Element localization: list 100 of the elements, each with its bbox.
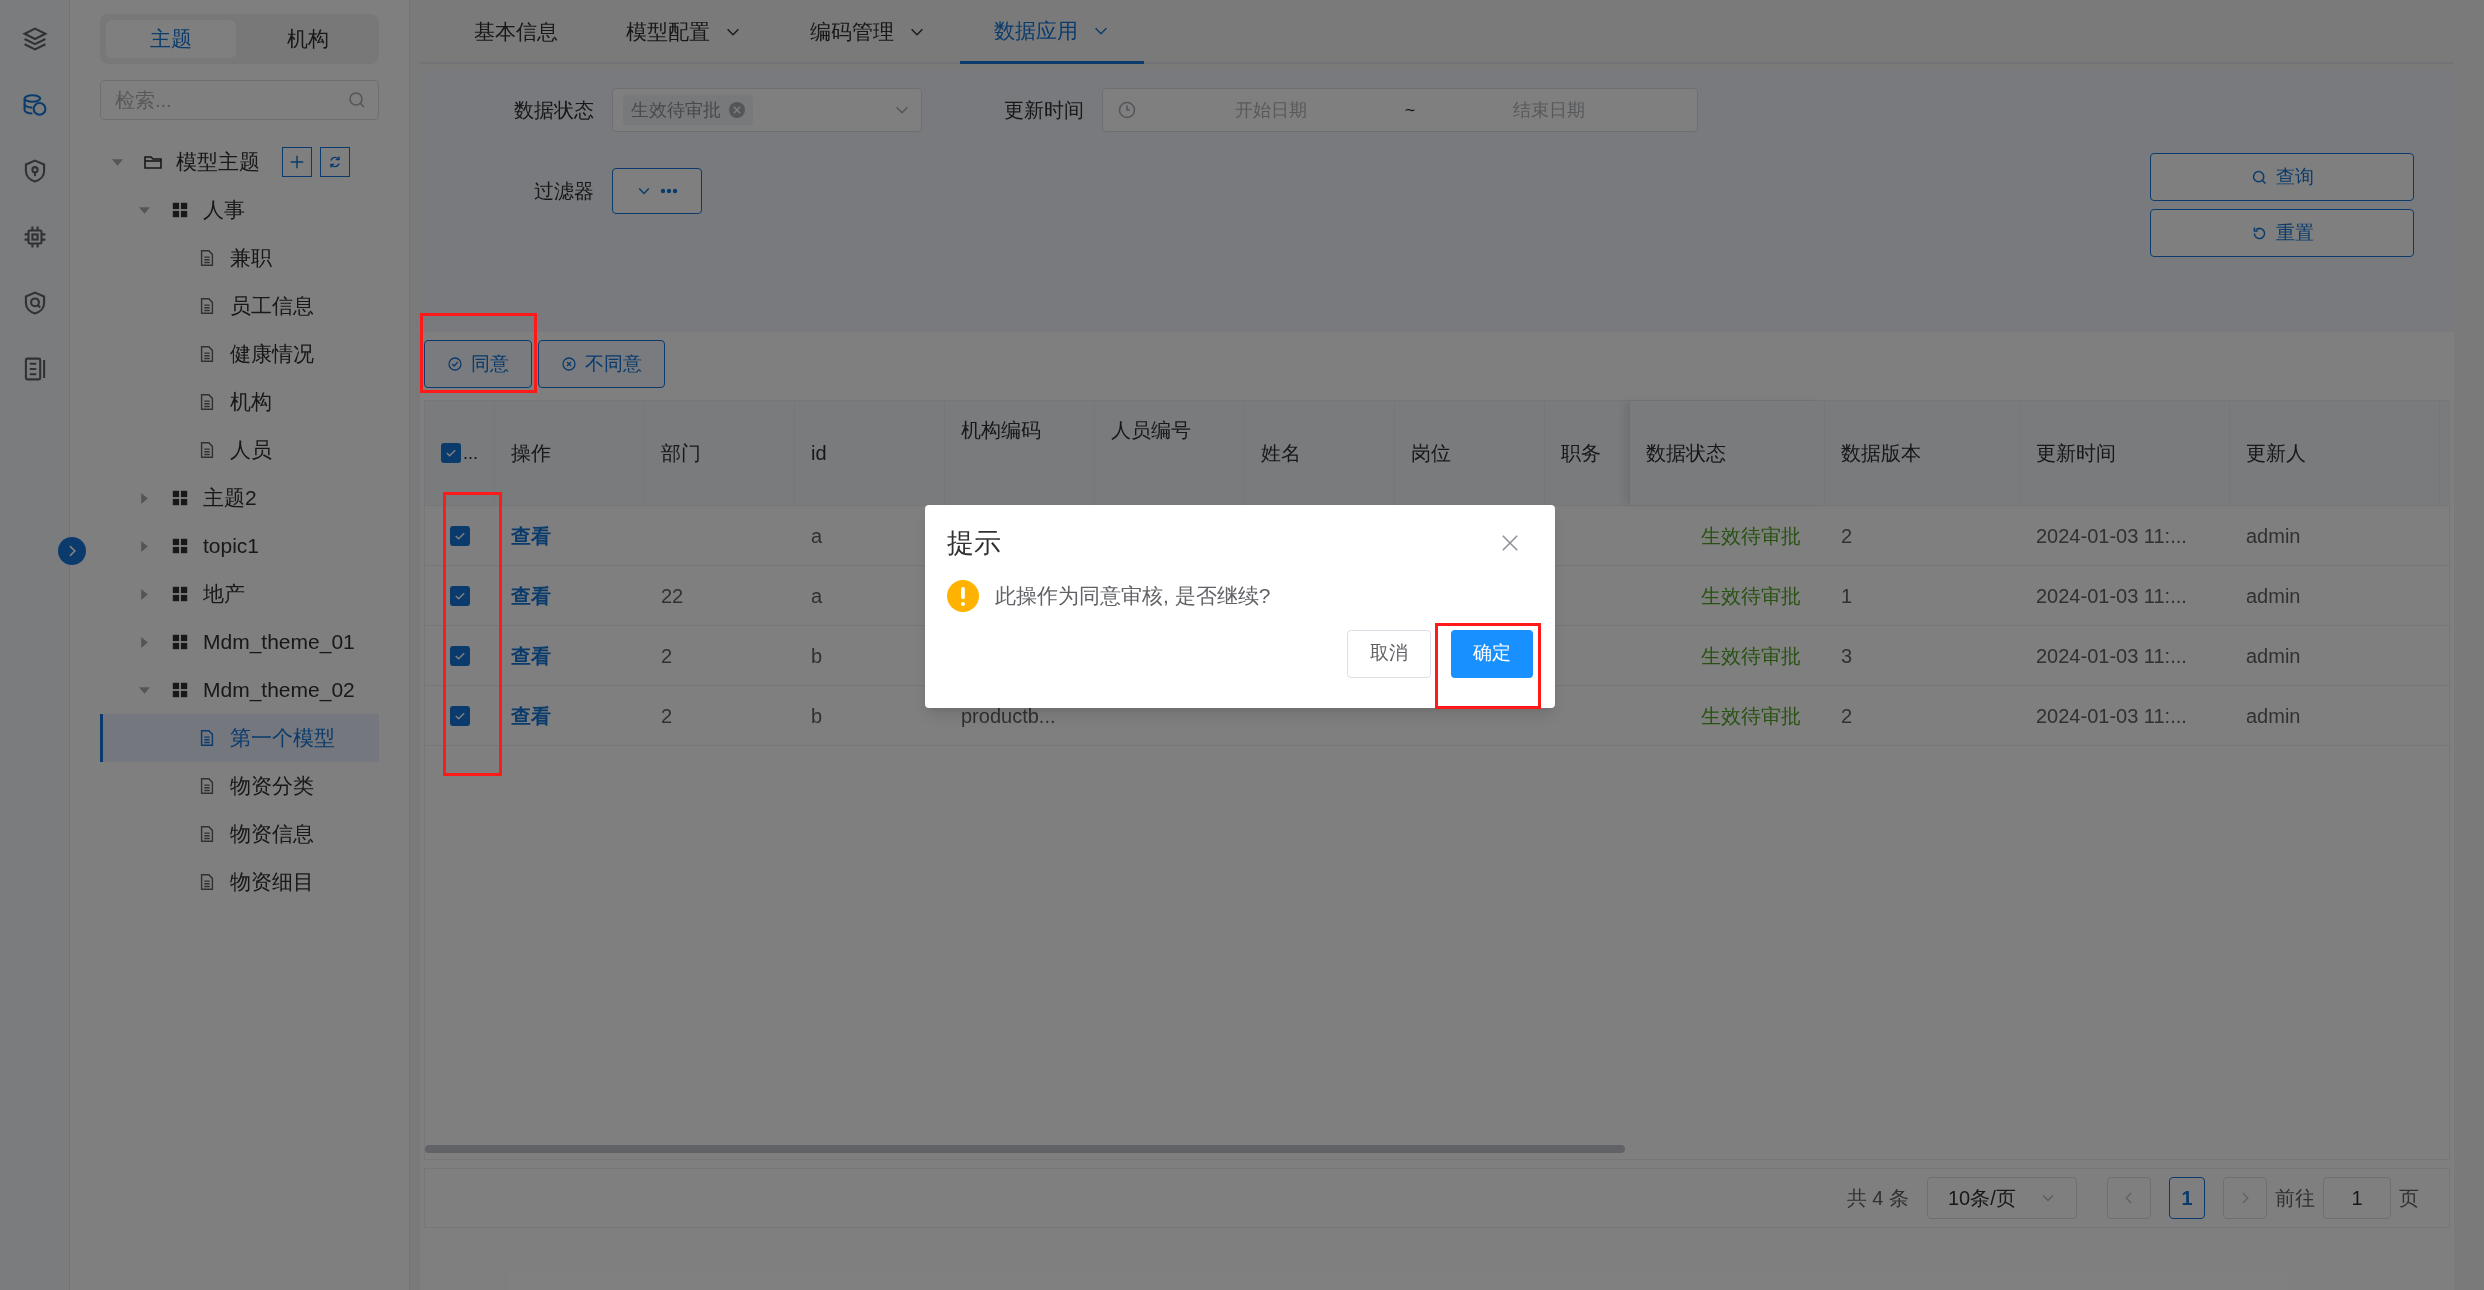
goto-page-field[interactable]: 1 [2323, 1177, 2391, 1219]
tab[interactable]: 编码管理 [776, 0, 960, 64]
dialog-title: 提示 [947, 527, 1001, 560]
refresh-icon [327, 154, 343, 170]
expand-button[interactable] [58, 537, 86, 565]
view-link[interactable]: 查看 [511, 644, 551, 667]
table-cell: 2024-01-03 11:... [2036, 704, 2187, 727]
tree-item[interactable]: topic1 [100, 522, 379, 570]
tree-item[interactable]: 人员 [100, 426, 379, 474]
layers-icon[interactable] [21, 26, 48, 52]
table-cell: 3 [1841, 644, 1853, 667]
page-button[interactable]: 1 [2169, 1177, 2205, 1219]
caret-right-icon[interactable] [139, 588, 150, 600]
file-icon [198, 249, 216, 267]
segment-tab[interactable]: 主题 [106, 20, 236, 58]
view-link[interactable]: 查看 [511, 704, 551, 727]
plus-icon [288, 153, 306, 171]
query-button[interactable]: 查询 [2150, 153, 2414, 201]
tree-item[interactable]: 人事 [100, 186, 379, 234]
grid-icon [171, 633, 189, 651]
tree-item[interactable]: 机构 [100, 378, 379, 426]
checkbox[interactable] [450, 645, 470, 666]
field-label: 过滤器 [533, 179, 595, 204]
grid-icon [171, 681, 189, 699]
tree-item[interactable]: Mdm_theme_01 [100, 618, 379, 666]
checkbox[interactable] [450, 585, 470, 606]
column-header: 机构编码 [961, 418, 1041, 443]
tree-item[interactable]: 物资分类 [100, 762, 379, 810]
reset-button[interactable]: 重置 [2150, 209, 2414, 257]
table-cell: 1 [1841, 584, 1853, 607]
column-header: 部门 [661, 441, 701, 466]
database-icon[interactable] [21, 92, 48, 118]
table-cell: 2 [661, 704, 673, 727]
tab[interactable]: 模型配置 [592, 0, 776, 64]
table-cell: productb... [961, 704, 1056, 727]
caret-right-icon[interactable] [139, 492, 150, 504]
table-cell: a [811, 524, 823, 547]
file-icon [198, 345, 216, 363]
checkbox[interactable] [441, 443, 461, 463]
column-header: 数据状态 [1646, 441, 1726, 466]
approve-button[interactable]: 同意 [424, 340, 532, 388]
tree-item[interactable]: 地产 [100, 570, 379, 618]
tree-item[interactable]: 物资细目 [100, 858, 379, 906]
table-cell: admin [2246, 704, 2301, 727]
caret-down-icon[interactable] [139, 684, 150, 696]
view-link[interactable]: 查看 [511, 584, 551, 607]
filter-button[interactable] [612, 168, 702, 214]
column-header: id [811, 441, 827, 466]
table-cell: b [811, 644, 823, 667]
tab[interactable]: 基本信息 [440, 0, 592, 64]
column-header: 数据版本 [1841, 441, 1921, 466]
table-cell: 2 [1841, 704, 1853, 727]
column-header: 职务 [1561, 441, 1601, 466]
tab[interactable]: 数据应用 [960, 0, 1144, 64]
close-icon[interactable] [1501, 534, 1519, 553]
caret-down-icon[interactable] [112, 156, 123, 168]
file-icon [198, 441, 216, 459]
table-cell: admin [2246, 584, 2301, 607]
grid-icon [171, 537, 189, 555]
table-cell: 2024-01-03 11:... [2036, 524, 2187, 547]
file-icon [198, 297, 216, 315]
column-header: 人员编号 [1111, 418, 1191, 443]
add-button[interactable] [282, 147, 312, 177]
checkbox[interactable] [450, 525, 470, 546]
table-cell: 2 [1841, 524, 1853, 547]
caret-down-icon[interactable] [139, 204, 150, 216]
tree-item[interactable]: 第一个模型 [100, 714, 379, 762]
file-icon [198, 873, 216, 891]
caret-right-icon[interactable] [139, 636, 150, 648]
tree-item[interactable]: 主题2 [100, 474, 379, 522]
segment-tab[interactable]: 机构 [243, 20, 373, 58]
column-header: 岗位 [1411, 441, 1451, 466]
tree-item[interactable]: 员工信息 [100, 282, 379, 330]
table-cell: admin [2246, 524, 2301, 547]
check-circle-icon [447, 356, 463, 372]
column-header: 更新人 [2246, 441, 2306, 466]
table-cell: a [811, 584, 823, 607]
grid-icon [171, 585, 189, 603]
cancel-button[interactable]: 取消 [1347, 629, 1431, 678]
file-icon [198, 393, 216, 411]
column-header: 姓名 [1261, 441, 1301, 466]
more-icon [660, 188, 678, 194]
view-link[interactable]: 查看 [511, 524, 551, 547]
table-cell: 2024-01-03 11:... [2036, 644, 2187, 667]
page-size-select[interactable]: 10条/页 [1927, 1177, 2077, 1219]
tree-item[interactable]: Mdm_theme_02 [100, 666, 379, 714]
checkbox[interactable] [450, 705, 470, 726]
confirm-button[interactable]: 确定 [1451, 629, 1533, 678]
tree-item[interactable]: 兼职 [100, 234, 379, 282]
tree-item[interactable]: 模型主题 [100, 138, 379, 186]
reject-button[interactable]: 不同意 [538, 340, 665, 388]
column-header: ... [463, 441, 478, 465]
field-label: 数据状态 [513, 98, 595, 123]
refresh-button[interactable] [320, 147, 350, 177]
dialog-message: 此操作为同意审核, 是否继续? [995, 582, 1271, 609]
grid-icon [171, 489, 189, 507]
tree-item[interactable]: 物资信息 [100, 810, 379, 858]
tree-item[interactable]: 健康情况 [100, 330, 379, 378]
scrollbar[interactable] [425, 1145, 1625, 1153]
caret-right-icon[interactable] [139, 540, 150, 552]
